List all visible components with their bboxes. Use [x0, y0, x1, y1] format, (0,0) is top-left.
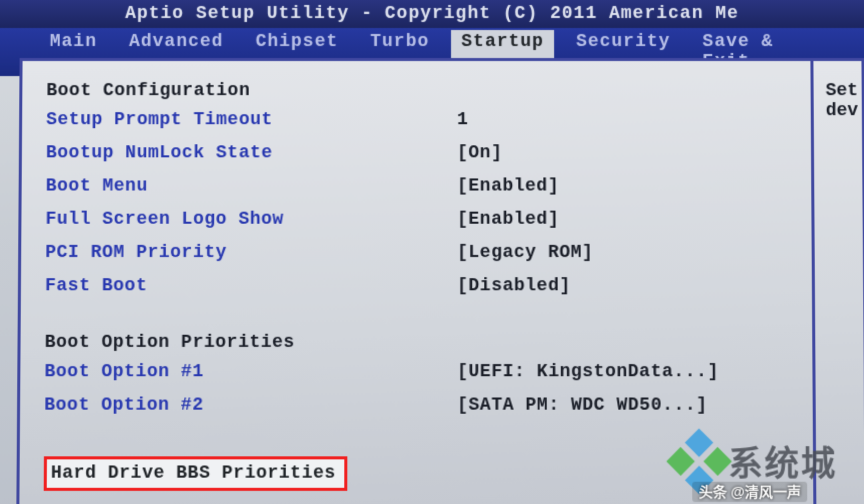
setting-bootup-numlock[interactable]: Bootup NumLock State [On]: [46, 140, 787, 167]
setting-full-screen-logo[interactable]: Full Screen Logo Show [Enabled]: [45, 207, 787, 234]
setting-boot-menu[interactable]: Boot Menu [Enabled]: [46, 173, 788, 200]
setting-value: [UEFI: KingstonData...]: [457, 359, 719, 386]
setting-value: [Disabled]: [457, 273, 571, 300]
setting-value: 1: [457, 107, 468, 134]
setting-label: Boot Option #1: [44, 359, 457, 386]
setting-label: Full Screen Logo Show: [45, 207, 457, 234]
setting-label: Boot Menu: [46, 173, 457, 200]
watermark-logo: 系统城: [676, 436, 838, 486]
watermark-text: 系统城: [728, 436, 837, 486]
setting-value: [Enabled]: [457, 207, 559, 234]
boot-priorities-heading: Boot Option Priorities: [45, 333, 789, 353]
boot-config-heading: Boot Configuration: [46, 81, 786, 101]
setting-pci-rom-priority[interactable]: PCI ROM Priority [Legacy ROM]: [45, 240, 787, 267]
setting-value: [Legacy ROM]: [457, 240, 593, 267]
setting-setup-prompt-timeout[interactable]: Setup Prompt Timeout 1: [46, 107, 787, 134]
setting-value: [Enabled]: [457, 173, 559, 200]
setting-label: Fast Boot: [45, 273, 457, 300]
setting-boot-option-2[interactable]: Boot Option #2 [SATA PM: WDC WD50...]: [44, 392, 788, 419]
bios-title-bar: Aptio Setup Utility - Copyright (C) 2011…: [0, 0, 864, 28]
setting-value: [On]: [457, 140, 502, 167]
setting-fast-boot[interactable]: Fast Boot [Disabled]: [45, 273, 788, 300]
help-text-line: dev: [826, 101, 850, 121]
help-text-line: Set: [826, 81, 850, 101]
submenu-hard-drive-bbs-priorities[interactable]: Hard Drive BBS Priorities: [44, 456, 347, 491]
setting-label: Boot Option #2: [44, 392, 457, 419]
setting-label: Bootup NumLock State: [46, 140, 457, 167]
setting-label: Setup Prompt Timeout: [46, 107, 457, 134]
watermark-subtext: 头条 @清风一声: [693, 482, 808, 502]
setting-value: [SATA PM: WDC WD50...]: [457, 392, 707, 419]
setting-label: PCI ROM Priority: [45, 240, 457, 267]
setting-boot-option-1[interactable]: Boot Option #1 [UEFI: KingstonData...]: [44, 359, 788, 386]
